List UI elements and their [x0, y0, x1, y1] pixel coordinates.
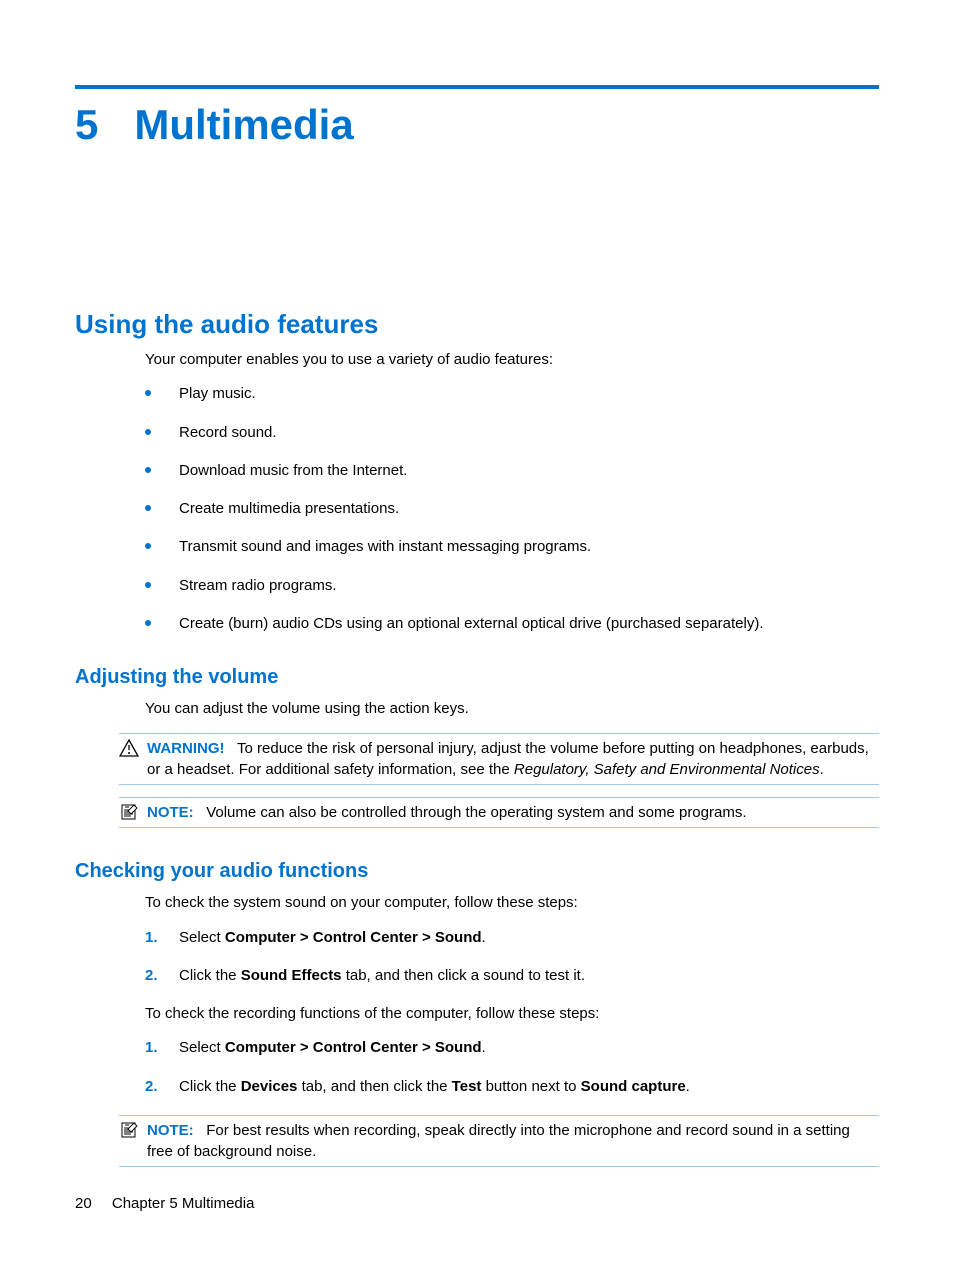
warning-icon	[119, 738, 141, 780]
page-number: 20	[75, 1195, 92, 1212]
steps-recording: Select Computer > Control Center > Sound…	[75, 1038, 879, 1097]
h3-checking-audio: Checking your audio functions	[75, 860, 879, 883]
list-item: Transmit sound and images with instant m…	[145, 537, 879, 557]
top-rule	[75, 85, 879, 89]
adjusting-text: You can adjust the volume using the acti…	[75, 699, 879, 719]
chapter-number: 5	[75, 101, 98, 149]
chapter-heading: 5 Multimedia	[75, 101, 879, 149]
h3-adjusting-volume: Adjusting the volume	[75, 666, 879, 689]
warning-text-after: .	[820, 761, 824, 778]
note-label: NOTE:	[147, 804, 194, 821]
note-callout: NOTE: Volume can also be controlled thro…	[119, 797, 879, 828]
checking-mid: To check the recording functions of the …	[75, 1004, 879, 1024]
list-item: Record sound.	[145, 423, 879, 443]
warning-label: WARNING!	[147, 740, 225, 757]
feature-list: Play music. Record sound. Download music…	[75, 384, 879, 634]
note-label: NOTE:	[147, 1122, 194, 1139]
warning-italic: Regulatory, Safety and Environmental Not…	[514, 761, 820, 778]
h2-audio-features: Using the audio features	[75, 309, 879, 340]
note-icon	[119, 1120, 141, 1162]
warning-body: WARNING! To reduce the risk of personal …	[147, 738, 879, 780]
warning-callout: WARNING! To reduce the risk of personal …	[119, 733, 879, 785]
list-item: Download music from the Internet.	[145, 461, 879, 481]
list-item: Create (burn) audio CDs using an optiona…	[145, 614, 879, 634]
list-item: Click the Sound Effects tab, and then cl…	[145, 966, 879, 986]
note-body: NOTE: Volume can also be controlled thro…	[147, 802, 879, 823]
note-body: NOTE: For best results when recording, s…	[147, 1120, 879, 1162]
list-item: Click the Devices tab, and then click th…	[145, 1077, 879, 1097]
checking-intro: To check the system sound on your comput…	[75, 893, 879, 913]
note-text: For best results when recording, speak d…	[147, 1122, 850, 1160]
list-item: Stream radio programs.	[145, 576, 879, 596]
list-item: Play music.	[145, 384, 879, 404]
document-page: 5 Multimedia Using the audio features Yo…	[0, 0, 954, 1219]
note-text: Volume can also be controlled through th…	[206, 804, 746, 821]
footer-chapter: Chapter 5 Multimedia	[112, 1195, 255, 1212]
steps-sound: Select Computer > Control Center > Sound…	[75, 928, 879, 987]
list-item: Select Computer > Control Center > Sound…	[145, 928, 879, 948]
list-item: Create multimedia presentations.	[145, 499, 879, 519]
chapter-title: Multimedia	[134, 101, 353, 149]
intro-text: Your computer enables you to use a varie…	[75, 350, 879, 370]
page-footer: 20 Chapter 5 Multimedia	[75, 1195, 254, 1212]
note-callout-recording: NOTE: For best results when recording, s…	[119, 1115, 879, 1167]
list-item: Select Computer > Control Center > Sound…	[145, 1038, 879, 1058]
note-icon	[119, 802, 141, 823]
